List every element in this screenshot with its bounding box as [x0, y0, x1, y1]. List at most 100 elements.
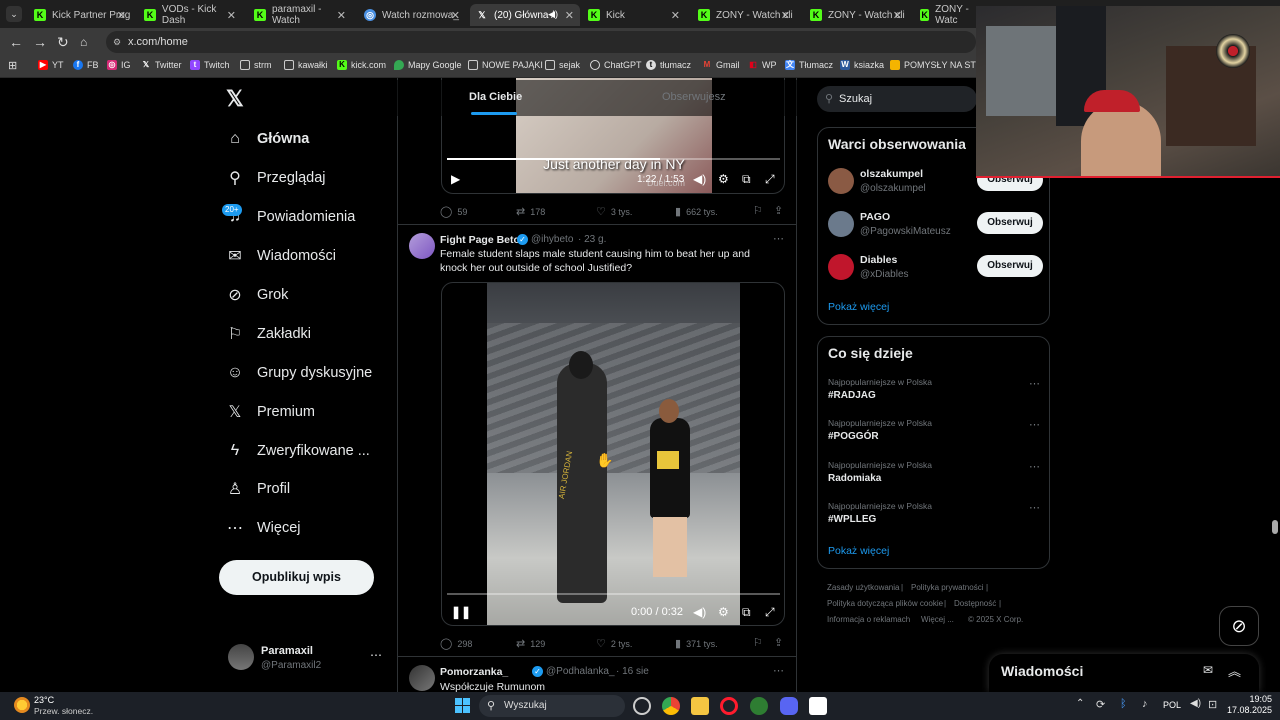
- avatar[interactable]: [409, 233, 435, 259]
- fullscreen-icon[interactable]: ⤢: [765, 605, 775, 620]
- repost-action[interactable]: ⇄ 178: [516, 205, 545, 218]
- video-progress-track[interactable]: [447, 158, 780, 160]
- tweet-author-handle[interactable]: @Podhalanka_: [546, 666, 615, 677]
- kick-app-icon[interactable]: [809, 697, 827, 715]
- close-icon[interactable]: ✕: [337, 9, 346, 22]
- speaker-icon[interactable]: ◀): [1190, 698, 1201, 709]
- sidebar-item-profile[interactable]: ♙ Profil: [226, 480, 290, 498]
- bookmark[interactable]: 𝕏 Twitter: [141, 60, 182, 70]
- footer-link[interactable]: Polityka prywatności: [911, 583, 983, 592]
- x-logo[interactable]: 𝕏: [226, 86, 244, 112]
- bookmark-folder[interactable]: strm: [240, 60, 272, 70]
- share-action[interactable]: ⇪: [774, 636, 788, 649]
- tweet-more-icon[interactable]: ⋯: [773, 232, 784, 245]
- home-icon[interactable]: ⌂: [80, 35, 87, 49]
- tweet-more-icon[interactable]: ⋯: [773, 664, 784, 677]
- sidebar-item-bookmarks[interactable]: ⚐ Zakładki: [226, 325, 311, 343]
- bookmark[interactable]: t Twitch: [190, 60, 230, 70]
- tweet-time[interactable]: · 23 g.: [578, 234, 606, 245]
- bookmark-folder[interactable]: sejak: [545, 60, 580, 70]
- footer-more-link[interactable]: Więcej ...: [921, 615, 954, 624]
- repost-action[interactable]: ⇄ 129: [516, 637, 545, 650]
- reply-action[interactable]: ◯ 59: [440, 205, 467, 218]
- tab-for-you[interactable]: Dla Ciebie: [469, 91, 522, 103]
- bookmark[interactable]: ◎ IG: [107, 60, 131, 70]
- tab-list-button[interactable]: ⌄: [6, 6, 22, 22]
- share-action[interactable]: ⇪: [774, 204, 788, 217]
- apps-grid-icon[interactable]: ⊞: [8, 59, 17, 72]
- bookmark[interactable]: Mapy Google: [394, 60, 462, 70]
- post-button[interactable]: Opublikuj wpis: [219, 560, 374, 595]
- popout-icon[interactable]: ⧉: [742, 605, 751, 620]
- more-dots-icon[interactable]: ⋯: [370, 648, 382, 662]
- more-dots-icon[interactable]: ⋯: [1029, 460, 1040, 473]
- footer-link[interactable]: Dostępność: [954, 599, 996, 608]
- sidebar-item-home[interactable]: ⌂ Główna: [226, 130, 309, 148]
- show-more-link[interactable]: Pokaż więcej: [828, 545, 889, 557]
- reload-icon[interactable]: ↻: [57, 34, 69, 51]
- more-dots-icon[interactable]: ⋯: [1029, 418, 1040, 431]
- bookmark[interactable]: t tłumacz: [646, 60, 691, 70]
- fullscreen-icon[interactable]: ⤢: [765, 172, 775, 187]
- browser-tab[interactable]: K ZONY - Watch cli ✕: [804, 4, 908, 26]
- sidebar-item-communities[interactable]: ☺ Grupy dyskusyjne: [226, 364, 372, 382]
- browser-tab-active[interactable]: 𝕏 (20) Główna / ◀) ✕: [470, 4, 580, 26]
- network-icon[interactable]: ⊡: [1208, 698, 1217, 711]
- more-dots-icon[interactable]: ⋯: [1029, 377, 1040, 390]
- discord-icon[interactable]: [780, 697, 798, 715]
- expand-up-icon[interactable]: ︽: [1228, 661, 1241, 680]
- search-input[interactable]: ⚲ Szukaj: [817, 86, 977, 112]
- clock-time[interactable]: 19:05: [1232, 694, 1272, 704]
- scrollbar-thumb[interactable]: [1272, 520, 1278, 534]
- follow-button[interactable]: Obserwuj: [977, 255, 1043, 277]
- bookmark[interactable]: ◧ WP: [748, 60, 776, 70]
- chrome-icon[interactable]: [662, 697, 680, 715]
- browser-tab[interactable]: K Kick Partner Prog ✕: [28, 4, 132, 26]
- bookmark[interactable]: Kkick.com: [337, 60, 386, 70]
- speaker-icon[interactable]: ◀): [548, 9, 558, 20]
- close-icon[interactable]: ✕: [893, 9, 902, 22]
- footer-link[interactable]: Informacja o reklamach: [827, 615, 910, 624]
- bookmark[interactable]: f FB: [73, 60, 99, 70]
- sidebar-item-grok[interactable]: ⊘ Grok: [226, 286, 288, 304]
- messages-drawer[interactable]: Wiadomości ✉ ︽: [989, 654, 1259, 692]
- file-explorer-icon[interactable]: [691, 697, 709, 715]
- sidebar-item-verified-orgs[interactable]: ϟ Zweryfikowane ...: [226, 442, 370, 460]
- tab-following[interactable]: Obserwujesz: [662, 91, 726, 103]
- popout-icon[interactable]: ⧉: [742, 172, 751, 187]
- like-action[interactable]: ♡ 3 tys.: [596, 205, 632, 218]
- bookmark-folder[interactable]: NOWE PAJĄKI: [468, 60, 543, 70]
- avatar[interactable]: [409, 665, 435, 691]
- follow-suggestion[interactable]: Diables @xDiables Obserwuj: [828, 251, 1043, 285]
- taskbar-search[interactable]: ⚲ Wyszukaj: [479, 695, 625, 717]
- browser-tab[interactable]: K VODs - Kick Dash ✕: [138, 4, 242, 26]
- volume-icon[interactable]: ◀): [693, 172, 706, 186]
- video-progress-track[interactable]: [447, 593, 780, 595]
- url-field[interactable]: ⚙ x.com/home: [106, 31, 976, 53]
- bookmark-folder[interactable]: kawałki: [284, 60, 328, 70]
- forward-arrow-icon[interactable]: →: [33, 34, 47, 50]
- grok-float-button[interactable]: ⊘: [1219, 606, 1259, 646]
- tweet-author-name[interactable]: Fight Page Beto: [440, 234, 520, 246]
- browser-tab[interactable]: ◎ Watch rozmowa_ ✕: [358, 4, 466, 26]
- chevron-up-icon[interactable]: ⌃: [1076, 698, 1084, 709]
- views-action[interactable]: ▮ 662 tys.: [675, 205, 718, 218]
- bookmark-action[interactable]: ⚐: [753, 204, 768, 217]
- sidebar-item-messages[interactable]: ✉ Wiadomości: [226, 247, 336, 265]
- follow-button[interactable]: Obserwuj: [977, 212, 1043, 234]
- browser-tab[interactable]: K ZONY - Watch cli ✕: [692, 4, 796, 26]
- browser-tab[interactable]: K ZONY - Watc: [914, 4, 980, 26]
- sync-icon[interactable]: ⟳: [1096, 698, 1105, 711]
- pause-icon[interactable]: ❚❚: [451, 605, 471, 619]
- play-icon[interactable]: ▶: [451, 172, 460, 186]
- footer-link[interactable]: Zasady użytkowania: [827, 583, 899, 592]
- bookmark[interactable]: Wksiazka: [840, 60, 884, 70]
- account-switcher[interactable]: Paramaxil @Paramaxil2 ⋯: [226, 642, 386, 678]
- more-dots-icon[interactable]: ⋯: [1029, 501, 1040, 514]
- follow-suggestion[interactable]: PAGO @PagowskiMateusz Obserwuj: [828, 208, 1043, 242]
- clock-date[interactable]: 17.08.2025: [1220, 705, 1272, 715]
- opera-icon[interactable]: [720, 697, 738, 715]
- browser-tab[interactable]: K Kick ✕: [582, 4, 686, 26]
- trend-item[interactable]: Najpopularniejsze w Polska Radomiaka ⋯: [828, 460, 1040, 484]
- obs-icon[interactable]: [633, 697, 651, 715]
